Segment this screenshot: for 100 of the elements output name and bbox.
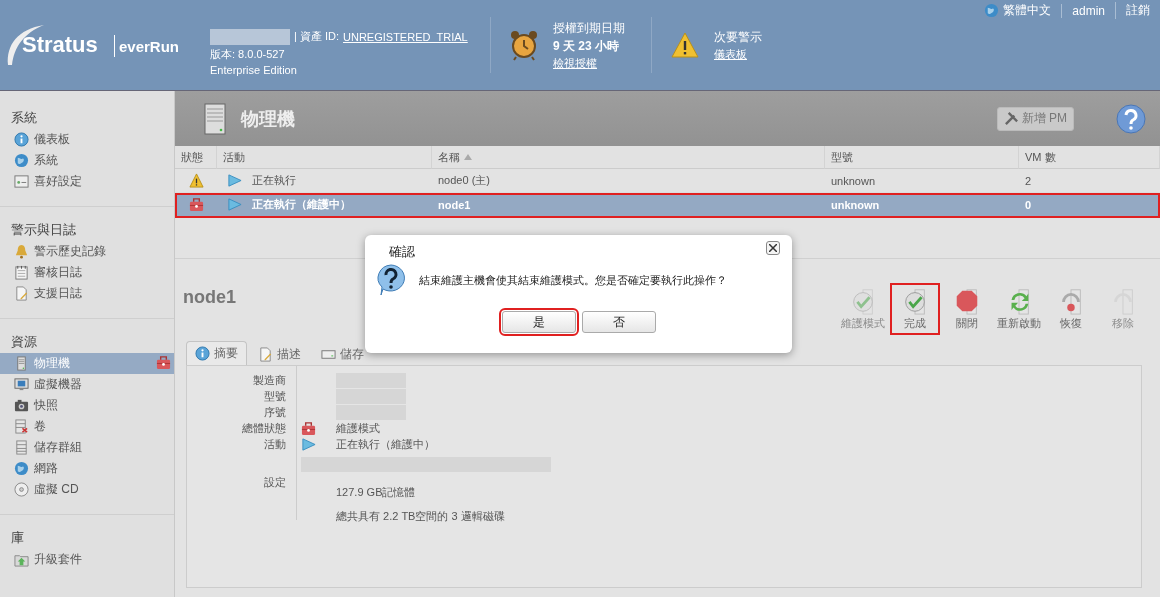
globe-icon [14, 153, 29, 168]
close-icon [769, 244, 777, 252]
license-remaining: 9 天 23 小時 [553, 37, 621, 55]
disc-icon [14, 482, 29, 497]
toolbox-icon [156, 354, 171, 370]
dialog-button[interactable]: 否 [581, 311, 656, 333]
sidebar-item[interactable]: 儲存群組 [0, 437, 174, 458]
field-label: 總體狀態 [242, 421, 286, 436]
column-header[interactable]: 活動 [217, 146, 432, 169]
play-icon [301, 436, 316, 452]
column-header[interactable]: 型號 [825, 146, 1019, 169]
sidebar-heading: 系統 [11, 109, 38, 127]
help-icon[interactable] [1116, 103, 1146, 134]
sidebar-item[interactable]: 警示歷史記錄 [0, 241, 174, 262]
calendar-icon [14, 265, 29, 280]
document-icon [258, 347, 273, 362]
play-icon [227, 197, 242, 212]
camera-icon [14, 398, 29, 413]
field-value: 127.9 GB記憶體 [336, 485, 416, 500]
field-label: 製造商 [253, 373, 286, 388]
dashboard-link[interactable]: 儀表板 [714, 46, 762, 62]
sidebar-item[interactable]: 快照 [0, 395, 174, 416]
window-icon [14, 174, 29, 189]
sidebar-item[interactable]: 升級套件 [0, 549, 174, 570]
edition-text: Enterprise Edition [210, 63, 298, 76]
sidebar-item[interactable]: 網路 [0, 458, 174, 479]
server-icon [14, 356, 29, 371]
field-value: 總共具有 2.2 TB空間的 3 邏輯磁碟 [336, 509, 505, 524]
sidebar-heading: 資源 [11, 333, 38, 351]
field-label: 活動 [264, 437, 286, 452]
disk-stack-icon [14, 419, 29, 434]
close-button[interactable] [766, 241, 780, 255]
sidebar-heading: 警示與日誌 [11, 221, 77, 239]
warning-icon [188, 173, 204, 188]
sidebar-item[interactable]: 儀表板 [0, 129, 174, 150]
asset-id-link[interactable]: UNREGISTERED_TRIAL [343, 30, 468, 43]
dialog-message: 結束維護主機會使其結束維護模式。您是否確定要執行此操作？ [419, 272, 727, 288]
table-cell: node0 (主) [438, 173, 490, 188]
logo: Stratus everRun [4, 21, 204, 69]
table-row[interactable]: 正在執行 node0 (主) unknown 2 [175, 169, 1160, 193]
table-cell: node1 [438, 198, 471, 211]
sidebar-item[interactable]: 系統 [0, 150, 174, 171]
question-icon [375, 263, 407, 297]
globe-icon [984, 3, 1000, 18]
sidebar-heading: 庫 [11, 529, 25, 547]
sidebar-item[interactable]: 支援日誌 [0, 283, 174, 304]
folder-icon [14, 552, 29, 567]
table-cell: 正在執行 [252, 173, 296, 188]
drive-icon [321, 347, 336, 362]
action-button[interactable]: 完成 [890, 283, 940, 335]
document-icon [14, 286, 29, 301]
field-value: 正在執行（維護中） [336, 437, 435, 452]
server-icon [203, 102, 227, 135]
action-button[interactable]: 關閉 [942, 283, 992, 335]
sidebar-item[interactable]: 卷 [0, 416, 174, 437]
page-title: 物理機 [241, 107, 296, 131]
alert-title: 次要警示 [714, 28, 762, 46]
table-cell: 2 [1025, 174, 1032, 187]
table-cell: 正在執行（維護中） [252, 197, 351, 212]
action-button[interactable]: 重新啟動 [994, 283, 1044, 335]
view-license-link[interactable]: 檢視授權 [553, 55, 625, 71]
column-header[interactable]: 狀態 [175, 146, 217, 169]
table-cell: unknown [831, 198, 880, 211]
field-label: 設定 [264, 475, 286, 491]
asset-label: | 資產 ID: [294, 29, 340, 44]
sidebar-item[interactable]: 審核日誌 [0, 262, 174, 283]
play-icon [227, 173, 242, 188]
disk-stack-icon [14, 440, 29, 455]
column-header[interactable]: VM 數 [1019, 146, 1160, 169]
field-value: 維護模式 [336, 421, 380, 436]
column-header[interactable]: 名稱 [432, 146, 825, 169]
dialog-title: 確認 [389, 243, 415, 261]
language-link[interactable]: 繁體中文 [1003, 2, 1052, 19]
top-link[interactable]: admin [1061, 3, 1115, 18]
sidebar-item[interactable]: 喜好設定 [0, 171, 174, 192]
bell-icon [14, 244, 29, 259]
tab[interactable]: 儲存 [312, 343, 373, 365]
dialog-button[interactable]: 是 [501, 311, 576, 333]
table-cell: unknown [831, 174, 876, 187]
toolbox-icon [188, 197, 204, 212]
version-text: 版本: 8.0.0-527 [210, 46, 286, 62]
tab[interactable]: 摘要 [186, 341, 247, 365]
tools-icon [1003, 111, 1019, 126]
field-label: 序號 [264, 405, 286, 420]
top-link[interactable]: 註銷 [1115, 2, 1160, 19]
monitor-icon [14, 377, 29, 392]
tab[interactable]: 描述 [249, 343, 310, 365]
sidebar-item[interactable]: 虛擬 CD [0, 479, 174, 500]
info-icon [195, 346, 210, 361]
field-label: 型號 [264, 389, 286, 404]
action-button[interactable]: 恢復 [1046, 283, 1096, 335]
table-cell: 0 [1025, 198, 1032, 211]
sidebar-item[interactable]: 虛擬機器 [0, 374, 174, 395]
sort-icon [464, 154, 472, 160]
license-title: 授權到期日期 [553, 19, 625, 37]
detail-title: node1 [183, 287, 237, 308]
globe-icon [14, 461, 29, 476]
toolbox-icon [301, 420, 316, 436]
alarm-clock-icon [509, 29, 539, 61]
info-icon [14, 132, 29, 147]
